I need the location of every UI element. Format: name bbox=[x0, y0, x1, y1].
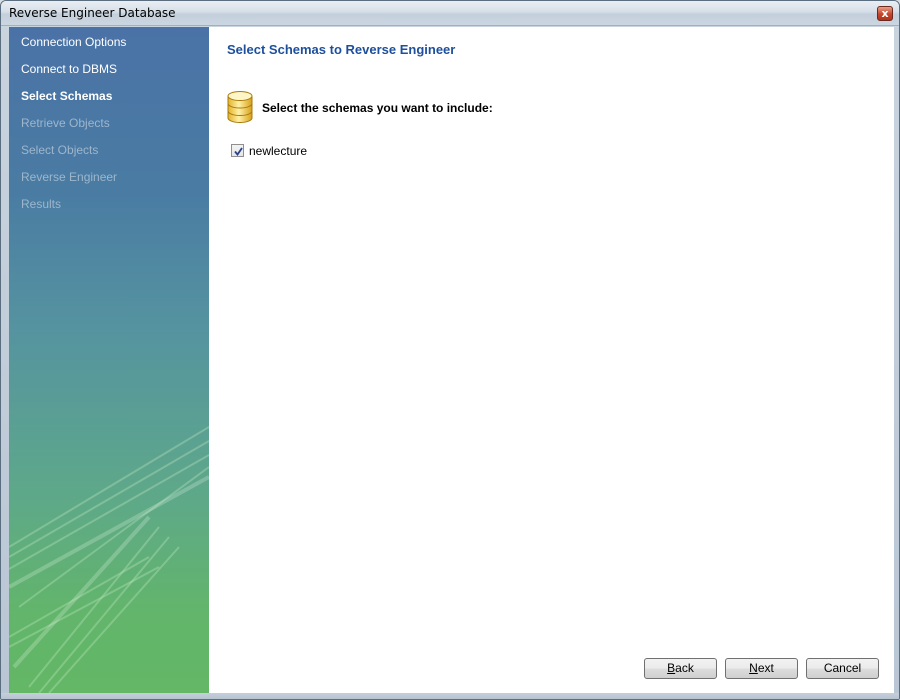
close-icon: x bbox=[881, 7, 889, 20]
window-bottom-border bbox=[1, 693, 899, 699]
page-title: Select Schemas to Reverse Engineer bbox=[227, 42, 456, 57]
step-retrieve-objects: Retrieve Objects bbox=[21, 116, 110, 130]
back-button[interactable]: Back bbox=[644, 658, 717, 679]
next-label: ext bbox=[757, 661, 774, 675]
schema-prompt: Select the schemas you want to include: bbox=[262, 101, 493, 115]
window-title: Reverse Engineer Database bbox=[9, 6, 176, 20]
reverse-engineer-window: Reverse Engineer Database x Connection O… bbox=[0, 0, 900, 700]
back-label: ack bbox=[675, 661, 694, 675]
back-accel: B bbox=[667, 661, 676, 675]
schema-checkbox[interactable] bbox=[231, 144, 244, 157]
title-bar[interactable]: Reverse Engineer Database x bbox=[1, 1, 899, 26]
database-icon bbox=[227, 91, 253, 123]
next-accel: N bbox=[749, 661, 758, 675]
step-reverse-engineer: Reverse Engineer bbox=[21, 170, 118, 184]
schema-label: newlecture bbox=[249, 144, 308, 158]
step-connect-to-dbms: Connect to DBMS bbox=[21, 62, 118, 76]
step-select-objects: Select Objects bbox=[21, 143, 99, 157]
step-connection-options: Connection Options bbox=[21, 35, 127, 49]
decorative-streaks bbox=[9, 426, 209, 693]
wizard-page: Select Schemas to Reverse Engineer Selec… bbox=[209, 27, 894, 693]
cancel-button[interactable]: Cancel bbox=[806, 658, 879, 679]
close-button[interactable]: x bbox=[877, 6, 893, 21]
checkmark-icon bbox=[234, 147, 243, 156]
step-select-schemas: Select Schemas bbox=[21, 89, 113, 103]
steps-list: Connection Options Connect to DBMS Selec… bbox=[21, 35, 126, 224]
wizard-steps-sidebar: Connection Options Connect to DBMS Selec… bbox=[9, 27, 209, 693]
step-results: Results bbox=[21, 197, 62, 211]
next-button[interactable]: Next bbox=[725, 658, 798, 679]
